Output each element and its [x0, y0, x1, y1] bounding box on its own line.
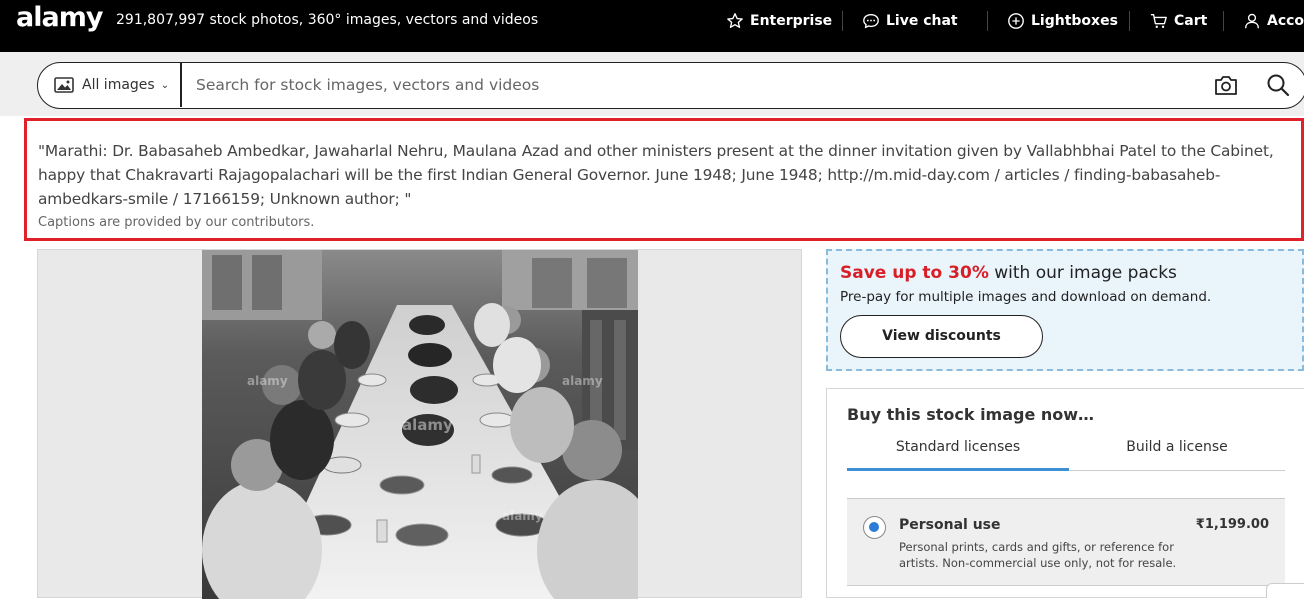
nav-live-chat[interactable]: Live chat — [862, 0, 958, 42]
watermark: alamy — [502, 509, 543, 523]
image-caption: "Marathi: Dr. Babasaheb Ambedkar, Jawaha… — [38, 142, 1274, 208]
search-icon[interactable] — [1265, 72, 1291, 98]
promo-subtitle: Pre-pay for multiple images and download… — [840, 289, 1212, 305]
alamy-logo[interactable]: alamy — [16, 2, 103, 33]
nav-account[interactable]: Account — [1243, 0, 1304, 42]
stock-photo[interactable]: alamy alamy alamy alamy — [202, 250, 638, 599]
nav-cart-label: Cart — [1174, 13, 1208, 29]
watermark: alamy — [562, 374, 603, 388]
image-icon — [54, 77, 74, 93]
stock-count-tagline: 291,807,997 stock photos, 360° images, v… — [116, 12, 539, 28]
license-option-personal[interactable]: Personal use Personal prints, cards and … — [847, 498, 1285, 586]
radio-selected-dot — [869, 522, 879, 532]
image-preview-frame: alamy alamy alamy alamy — [37, 249, 802, 599]
chevron-down-icon: ⌄ — [160, 79, 170, 91]
cart-icon — [1150, 14, 1167, 29]
nav-live-chat-label: Live chat — [886, 13, 958, 29]
star-icon — [727, 13, 743, 28]
search-divider — [180, 63, 182, 107]
image-pack-promo: Save up to 30% with our image packs Pre-… — [826, 249, 1304, 371]
license-price: ₹1,199.00 — [1195, 517, 1269, 532]
nav-divider — [1223, 11, 1224, 31]
promo-title-rest: with our image packs — [988, 263, 1177, 283]
next-license-option-edge — [1266, 583, 1304, 598]
nav-divider — [1129, 11, 1130, 31]
license-radio[interactable] — [863, 516, 886, 539]
search-box: All images ⌄ — [37, 62, 1304, 109]
nav-lightboxes-label: Lightboxes — [1031, 13, 1118, 29]
caption-disclaimer: Captions are provided by our contributor… — [38, 215, 315, 230]
watermark: alamy — [247, 374, 288, 388]
image-type-label: All images — [82, 77, 155, 93]
image-caption-box: "Marathi: Dr. Babasaheb Ambedkar, Jawaha… — [24, 118, 1304, 241]
tab-standard-licenses[interactable]: Standard licenses — [847, 439, 1069, 471]
user-icon — [1245, 13, 1259, 29]
buy-panel-title: Buy this stock image now… — [847, 405, 1095, 424]
chat-bubble-icon — [863, 14, 879, 29]
nav-enterprise-label: Enterprise — [750, 13, 833, 29]
nav-cart[interactable]: Cart — [1150, 0, 1207, 42]
nav-divider — [987, 11, 988, 31]
license-name: Personal use — [899, 517, 1001, 533]
view-discounts-button[interactable]: View discounts — [840, 315, 1043, 358]
plus-circle-icon — [1008, 13, 1024, 29]
image-type-dropdown[interactable]: All images ⌄ — [54, 63, 169, 107]
tab-build-license[interactable]: Build a license — [1069, 439, 1285, 471]
nav-enterprise[interactable]: Enterprise — [726, 0, 832, 42]
license-description: Personal prints, cards and gifts, or ref… — [899, 540, 1177, 570]
camera-search-icon[interactable] — [1214, 74, 1238, 96]
promo-highlight: Save up to 30% — [840, 263, 989, 283]
buy-panel: Buy this stock image now… Standard licen… — [826, 388, 1304, 598]
search-input[interactable] — [196, 71, 1176, 99]
nav-lightboxes[interactable]: Lightboxes — [1007, 0, 1118, 42]
promo-title: Save up to 30% with our image packs — [840, 263, 1177, 283]
nav-divider — [842, 11, 843, 31]
top-bar: alamy 291,807,997 stock photos, 360° ima… — [0, 0, 1304, 52]
nav-account-label: Account — [1267, 13, 1304, 29]
watermark: alamy — [402, 416, 453, 434]
search-bar-row: All images ⌄ — [0, 52, 1304, 116]
